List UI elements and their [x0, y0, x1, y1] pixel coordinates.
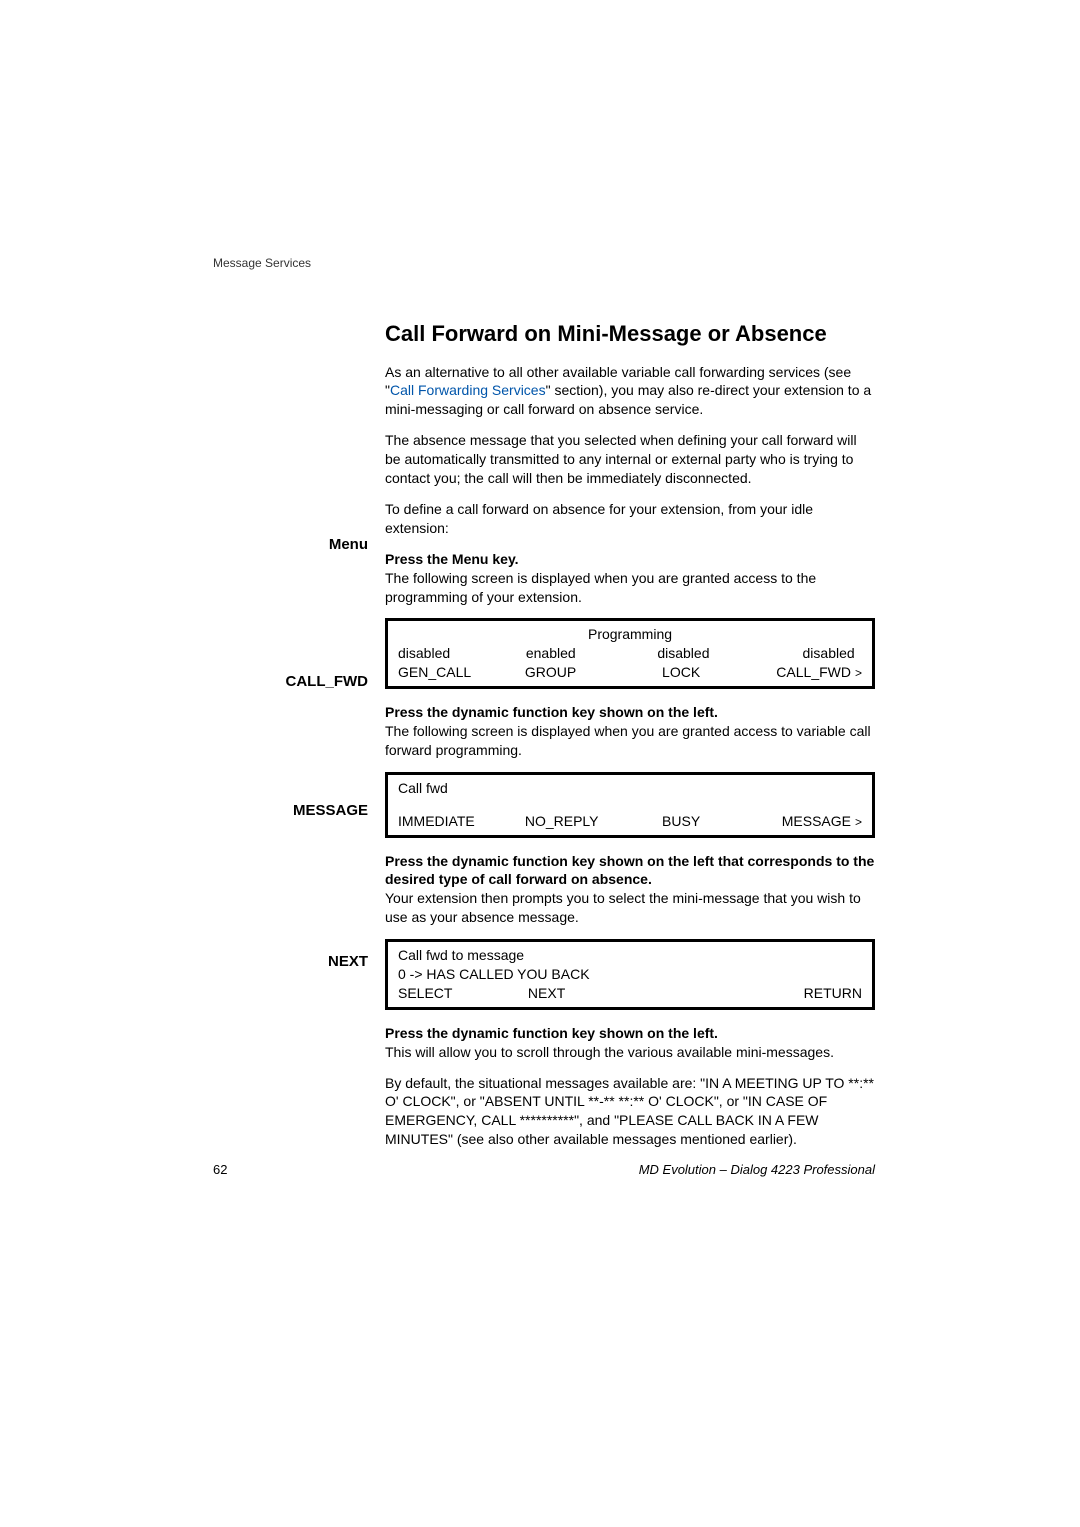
link-call-forwarding-services[interactable]: Call Forwarding Services	[390, 382, 546, 398]
screen1-r1c4: disabled	[741, 644, 855, 663]
screen2-c3: BUSY	[624, 812, 737, 831]
screen3-c4: RETURN	[746, 984, 862, 1003]
next-description: This will allow you to scroll through th…	[385, 1044, 834, 1060]
screen1-r2c4: CALL_FWD	[738, 663, 851, 682]
next-instruction: Press the dynamic function key shown on …	[385, 1025, 718, 1041]
screen2-c2: NO_REPLY	[525, 812, 625, 831]
screen3-line2: 0 -> HAS CALLED YOU BACK	[398, 965, 862, 984]
message-description: Your extension then prompts you to selec…	[385, 890, 861, 925]
screen2-title: Call fwd	[398, 779, 862, 798]
next-paragraph-2: By default, the situational messages ava…	[385, 1074, 875, 1150]
menu-block: Press the Menu key. The following screen…	[385, 550, 875, 607]
callfwd-block: Press the dynamic function key shown on …	[385, 703, 875, 760]
screen1-r2c2: GROUP	[525, 663, 625, 682]
callfwd-description: The following screen is displayed when y…	[385, 723, 871, 758]
callfwd-instruction: Press the dynamic function key shown on …	[385, 704, 718, 720]
message-instruction: Press the dynamic function key shown on …	[385, 853, 874, 888]
screen-programming: Programming disabled enabled disabled di…	[385, 618, 875, 689]
screen1-r2c3: LOCK	[624, 663, 737, 682]
intro-paragraph-1: As an alternative to all other available…	[385, 363, 875, 420]
page-number: 62	[213, 1162, 227, 1177]
screen-message: Call fwd to message 0 -> HAS CALLED YOU …	[385, 939, 875, 1010]
side-label-menu: Menu	[213, 536, 368, 553]
screen1-r1c3: disabled	[626, 644, 740, 663]
screen1-r1c2: enabled	[526, 644, 626, 663]
side-label-message: MESSAGE	[213, 802, 368, 819]
screen1-r2c1: GEN_CALL	[398, 663, 525, 682]
screen3-c2: NEXT	[528, 984, 630, 1003]
screen-callfwd: Call fwd IMMEDIATE NO_REPLY BUSY MESSAGE…	[385, 772, 875, 838]
screen3-line1: Call fwd to message	[398, 946, 862, 965]
screen1-title: Programming	[398, 625, 862, 644]
next-block: Press the dynamic function key shown on …	[385, 1024, 875, 1062]
intro-paragraph-3: To define a call forward on absence for …	[385, 500, 875, 538]
side-label-next: NEXT	[213, 953, 368, 970]
screen1-arrow-spacer	[859, 646, 862, 662]
screen2-c1: IMMEDIATE	[398, 812, 525, 831]
screen1-r1c1: disabled	[398, 644, 526, 663]
page-title: Call Forward on Mini-Message or Absence	[385, 320, 875, 349]
menu-instruction: Press the Menu key.	[385, 551, 519, 567]
screen3-c1: SELECT	[398, 984, 528, 1003]
side-label-callfwd: CALL_FWD	[213, 673, 368, 690]
message-block: Press the dynamic function key shown on …	[385, 852, 875, 928]
footer-right: MD Evolution – Dialog 4223 Professional	[639, 1162, 875, 1177]
screen1-arrow: >	[855, 665, 862, 681]
screen2-c4: MESSAGE	[738, 812, 851, 831]
screen2-arrow: >	[855, 814, 862, 830]
section-header: Message Services	[213, 256, 311, 270]
intro-paragraph-2: The absence message that you selected wh…	[385, 431, 875, 488]
menu-description: The following screen is displayed when y…	[385, 570, 816, 605]
